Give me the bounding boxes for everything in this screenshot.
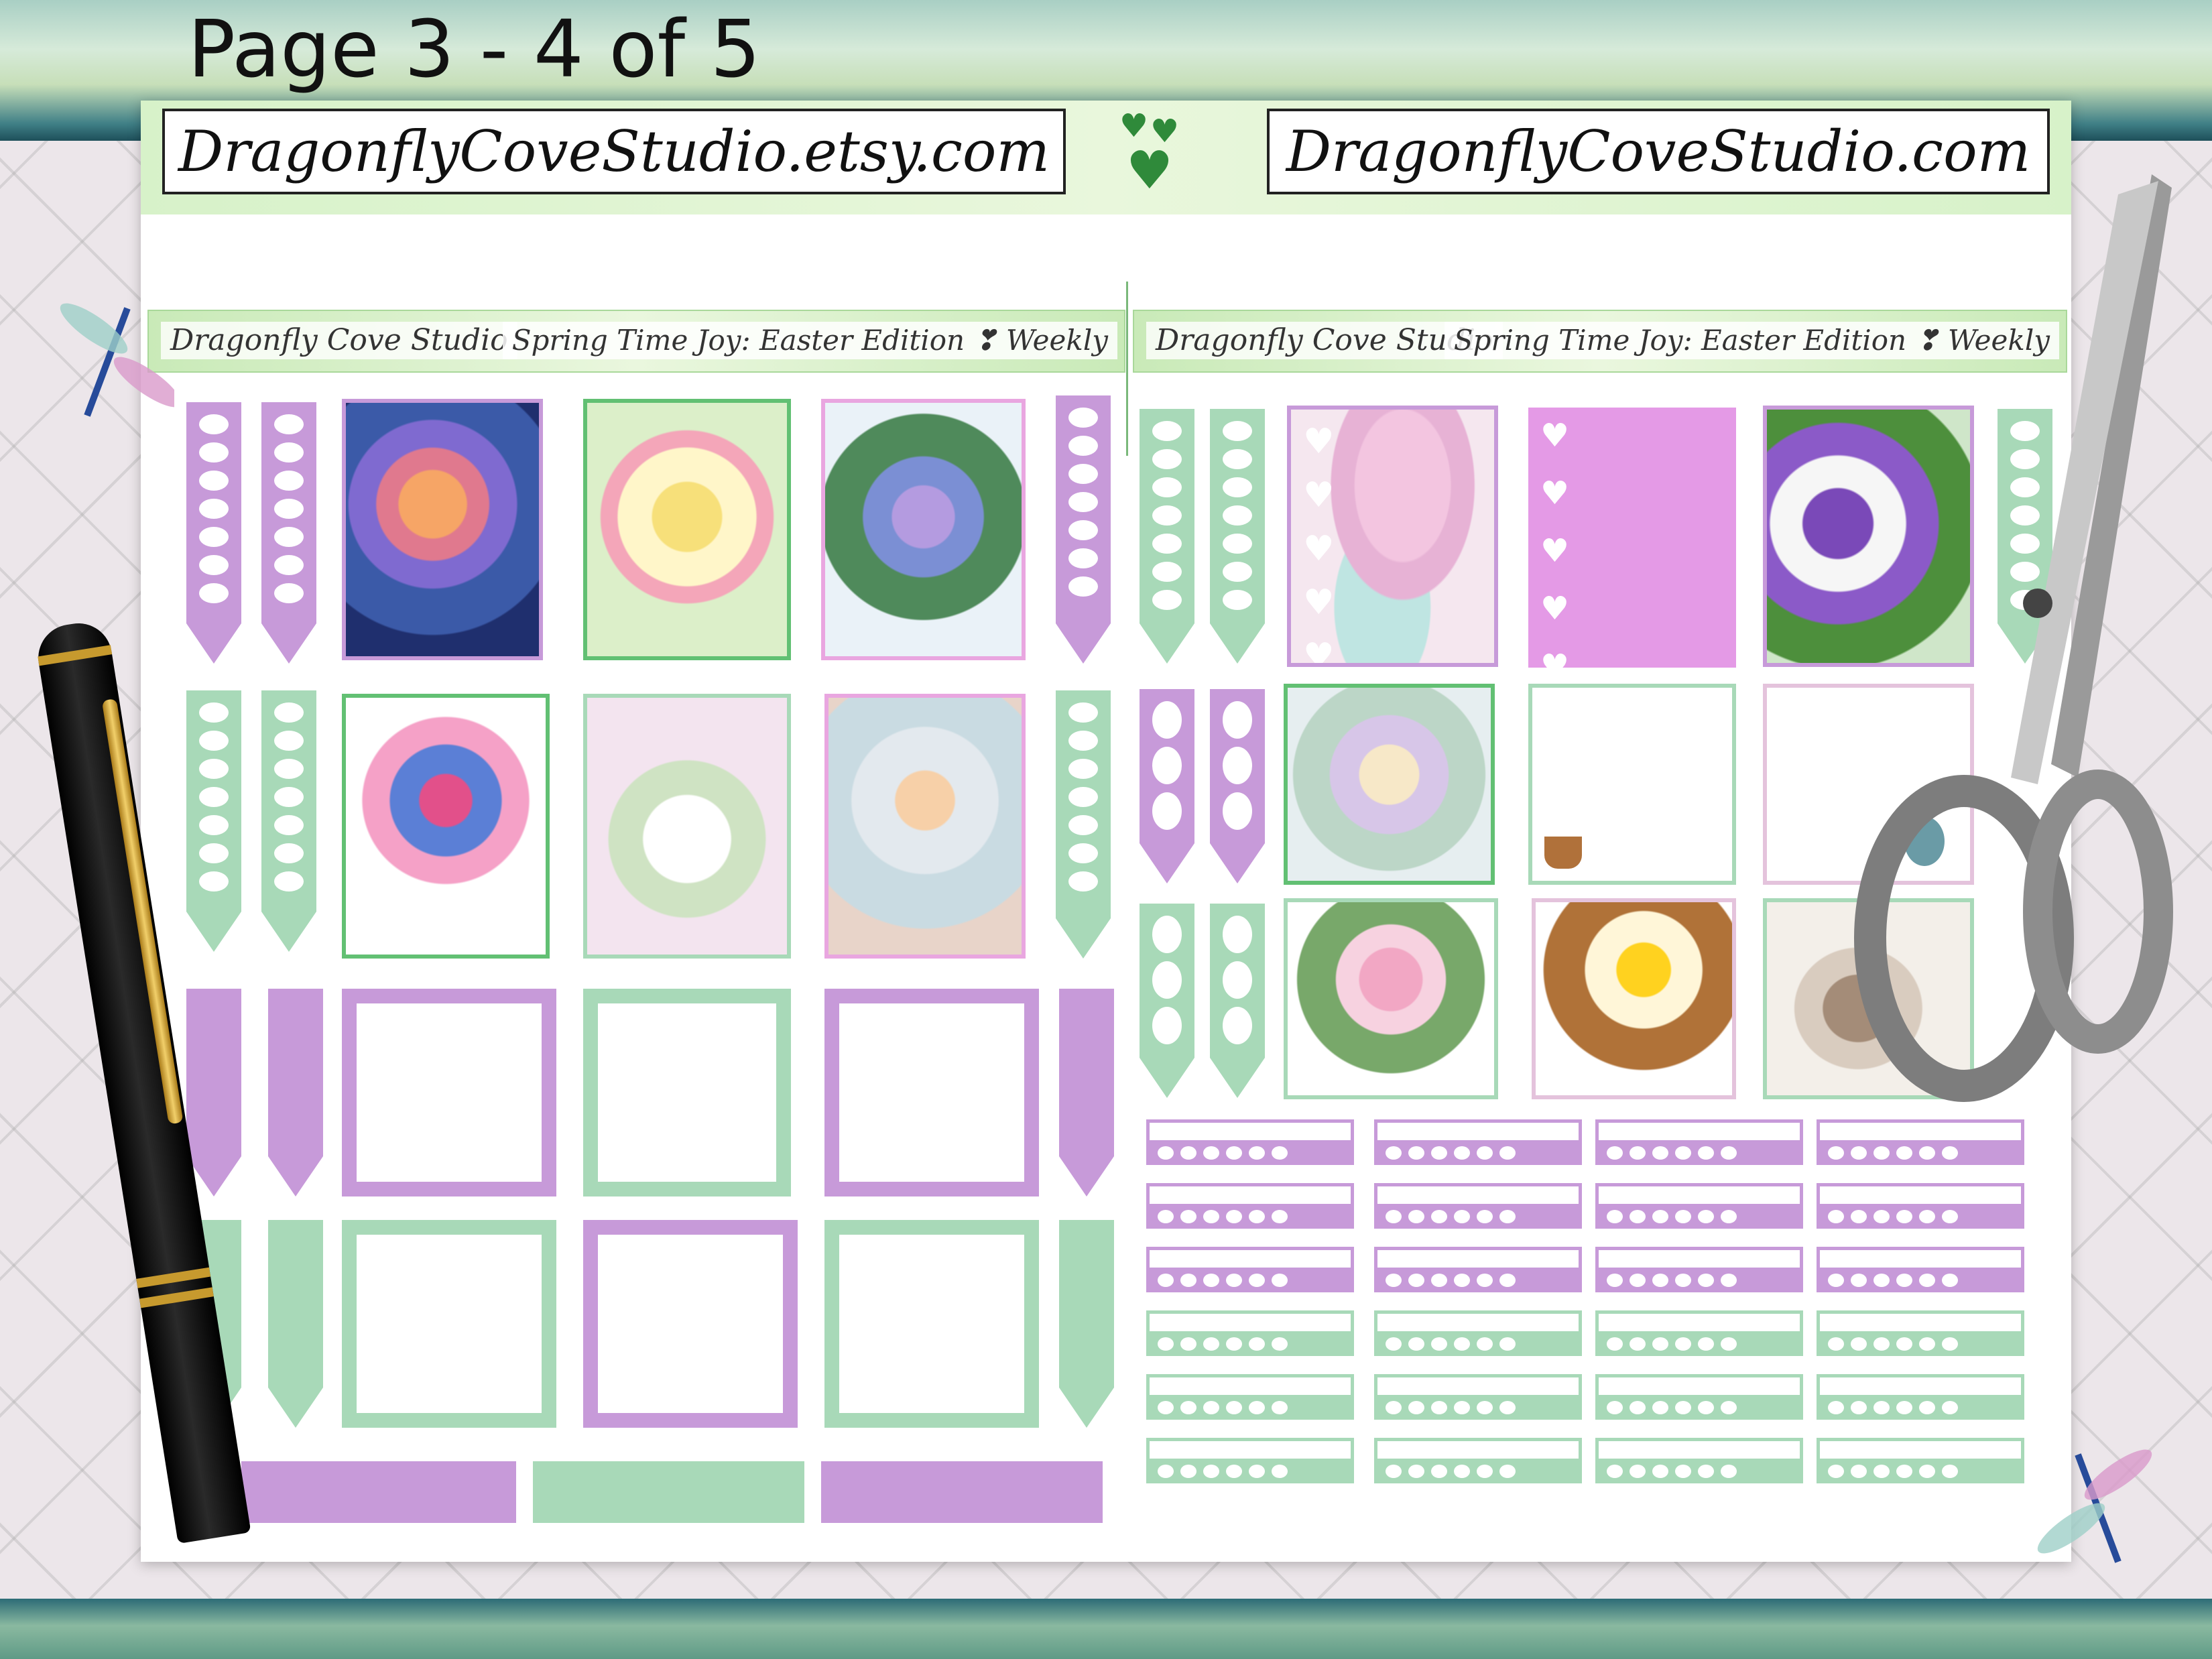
page-divider <box>1126 282 1128 456</box>
blue-floral-sticker <box>821 399 1026 660</box>
solid-flag-sticker <box>1059 1220 1114 1428</box>
mini-checklist-grid <box>1146 1119 2038 1495</box>
mini-checklist-sticker <box>1595 1247 1803 1292</box>
studio-name: Dragonfly Cove Studio <box>161 322 517 359</box>
box-frame-sticker <box>583 1220 798 1428</box>
sticker-sheet: DragonflyCoveStudio.etsy.com ♥ ♥ ♥ Drago… <box>141 101 2071 1562</box>
mini-checklist-sticker <box>1817 1310 2024 1356</box>
mini-checklist-sticker <box>1374 1119 1582 1165</box>
vase-bouquet-sticker <box>342 694 550 959</box>
solid-flag-sticker <box>268 1220 323 1428</box>
mini-checklist-sticker <box>1595 1438 1803 1483</box>
checklist-flag-sticker <box>186 690 241 952</box>
basket-note-sticker <box>1528 684 1736 885</box>
solid-flag-sticker <box>268 989 323 1196</box>
mini-checklist-sticker <box>1817 1374 2024 1420</box>
left-header-banner: Dragonfly Cove Studio Spring Time Joy: E… <box>147 310 1125 373</box>
checklist-flag-sticker <box>261 690 316 952</box>
page-title: Page 3 - 4 of 5 <box>188 3 761 95</box>
mini-checklist-sticker <box>1817 1183 2024 1229</box>
solid-flag-sticker <box>186 989 241 1196</box>
mini-checklist-sticker <box>1146 1119 1354 1165</box>
mini-checklist-sticker <box>1595 1374 1803 1420</box>
heart-icon: ♥ ♥ ♥ ♥ ♥ <box>1540 417 1570 685</box>
pink-flowers-sticker <box>1284 898 1498 1099</box>
heart-icon: ♥ ♥ ♥ <box>1119 107 1180 201</box>
wide-bar-sticker <box>821 1461 1103 1523</box>
mini-checklist-sticker <box>1374 1374 1582 1420</box>
mini-checklist-sticker <box>1374 1310 1582 1356</box>
box-frame-sticker <box>583 989 791 1196</box>
easter-vase-sticker <box>824 694 1026 959</box>
flower-bouquet-sticker <box>342 399 543 660</box>
basket-icon <box>1544 837 1582 869</box>
checklist-flag-sticker <box>1210 409 1265 664</box>
easter-eggs-sticker: ♥ ♥ ♥ ♥ ♥ <box>1287 406 1498 667</box>
mini-checklist-sticker <box>1146 1438 1354 1483</box>
box-frame-sticker <box>824 1220 1039 1428</box>
mini-checklist-sticker <box>1374 1438 1582 1483</box>
mini-checklist-sticker <box>1817 1247 2024 1292</box>
mini-checklist-sticker <box>1595 1119 1803 1165</box>
mini-checklist-sticker <box>1374 1183 1582 1229</box>
heart-checklist: ♥ ♥ ♥ ♥ ♥ <box>1303 422 1335 667</box>
dragonfly-icon <box>60 303 174 417</box>
checklist-flag-sticker <box>1210 904 1265 1098</box>
website-strip: DragonflyCoveStudio.etsy.com ♥ ♥ ♥ Drago… <box>141 101 2071 214</box>
kit-title: Spring Time Joy: Easter Edition ❣ Weekly <box>502 322 1117 359</box>
mini-checklist-sticker <box>1146 1374 1354 1420</box>
mini-checklist-sticker <box>1817 1438 2024 1483</box>
mini-checklist-sticker <box>1146 1247 1354 1292</box>
checklist-flag-sticker <box>1140 904 1194 1098</box>
checklist-flag-sticker <box>186 402 241 664</box>
checklist-flag-sticker <box>261 402 316 664</box>
wide-bar-sticker <box>241 1461 516 1523</box>
daffodil-sticker <box>583 399 791 660</box>
scissors-icon <box>1854 174 2173 1102</box>
mini-checklist-sticker <box>1374 1247 1582 1292</box>
box-frame-sticker <box>342 1220 556 1428</box>
checklist-flag-sticker <box>1056 690 1111 959</box>
checklist-flag-sticker <box>1210 689 1265 883</box>
checklist-flag-sticker <box>1140 689 1194 883</box>
checklist-flag-sticker <box>1140 409 1194 664</box>
checklist-flag-sticker <box>1056 395 1111 664</box>
box-frame-sticker <box>824 989 1039 1196</box>
box-frame-sticker <box>342 989 556 1196</box>
wide-bar-sticker <box>533 1461 804 1523</box>
mini-checklist-sticker <box>1817 1119 2024 1165</box>
etsy-url-label: DragonflyCoveStudio.etsy.com <box>162 109 1066 194</box>
pastel-bouquet-sticker <box>1284 684 1495 885</box>
heart-checklist-sticker: ♥ ♥ ♥ ♥ ♥ <box>1528 408 1736 685</box>
dragonfly-icon <box>2037 1449 2152 1563</box>
bottom-landscape-band <box>0 1599 2212 1659</box>
mini-checklist-sticker <box>1146 1310 1354 1356</box>
mini-checklist-sticker <box>1595 1183 1803 1229</box>
easter-chick-sticker <box>1532 898 1736 1099</box>
wreath-sticker <box>583 694 791 959</box>
mini-checklist-sticker <box>1595 1310 1803 1356</box>
mini-checklist-sticker <box>1146 1183 1354 1229</box>
solid-flag-sticker <box>1059 989 1114 1196</box>
